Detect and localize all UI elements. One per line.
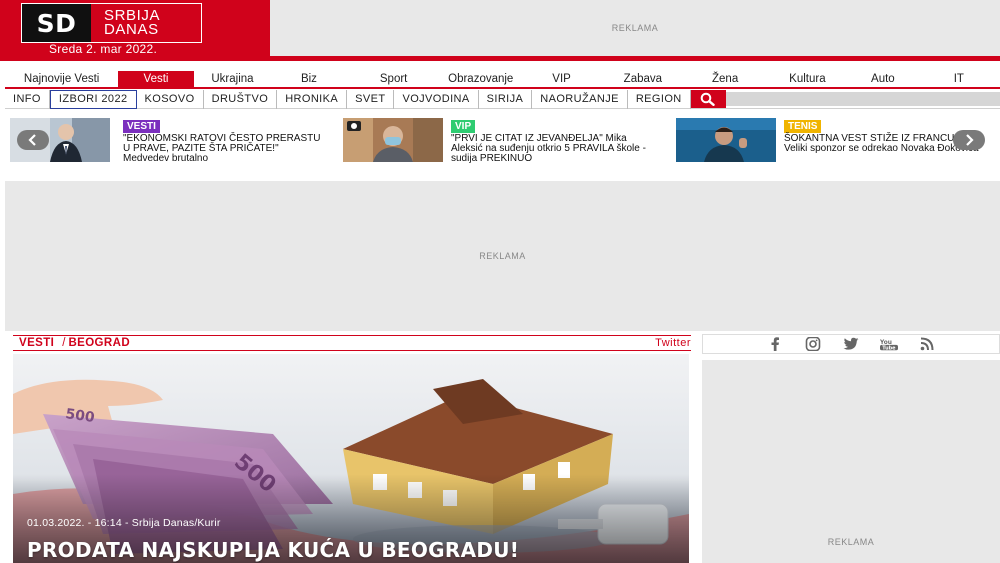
rss-icon[interactable] (918, 336, 936, 352)
subnav-item-naoruzanje[interactable]: NAORUŽANJE (532, 89, 628, 109)
subnav-item-info[interactable]: INFO (5, 89, 50, 109)
carousel-card[interactable]: VIP "PRVI JE CITAT IZ JEVANĐELJA" Mika A… (343, 116, 666, 164)
carousel-prev-button[interactable] (17, 130, 49, 150)
top-ad-banner[interactable]: REKLAMA (270, 0, 1000, 56)
sidebar-ad[interactable]: REKLAMA (702, 360, 1000, 563)
logo-initials: SD (22, 4, 91, 42)
primary-nav: Najnovije Vesti Vesti Ukrajina Biz Sport… (5, 71, 1000, 89)
nav-item-obrazovanje[interactable]: Obrazovanje (441, 71, 521, 87)
youtube-icon[interactable]: You Tube (880, 336, 898, 352)
twitter-icon[interactable] (842, 336, 860, 352)
breadcrumb: VESTI / BEOGRAD Twitter (13, 335, 691, 351)
carousel-card[interactable]: VESTI "EKONOMSKI RATOVI ČESTO PRERASTU U… (10, 116, 333, 164)
chevron-left-icon (28, 134, 36, 146)
site-logo[interactable]: SD SRBIJA DANAS (21, 3, 202, 43)
carousel-card[interactable]: TENIS ŠOKANTNA VEST STIŽE IZ FRANCUSKE: … (676, 116, 996, 164)
current-date: Sreda 2. mar 2022. (49, 42, 158, 56)
nav-item-sport[interactable]: Sport (347, 71, 441, 87)
svg-text:Tube: Tube (882, 345, 896, 351)
logo-word-2: DANAS (104, 21, 159, 38)
header-divider (0, 56, 1000, 61)
subnav-item-izbori-2022[interactable]: IZBORI 2022 (49, 89, 137, 109)
nav-item-it[interactable]: IT (918, 71, 1000, 87)
leaderboard-ad[interactable]: REKLAMA (5, 181, 1000, 331)
search-button[interactable] (690, 90, 726, 108)
site-header: SD SRBIJA DANAS Sreda 2. mar 2022. REKLA… (0, 0, 1000, 62)
social-links: You Tube (702, 334, 1000, 354)
facebook-icon[interactable] (766, 336, 784, 352)
breadcrumb-beograd[interactable]: BEOGRAD (68, 337, 130, 349)
nav-item-vesti[interactable]: Vesti (118, 71, 194, 87)
breadcrumb-vesti[interactable]: VESTI (19, 337, 54, 349)
article-headline[interactable]: PRODATA NAJSKUPLJA KUĆA U BEOGRADU! (27, 538, 519, 562)
subnav-item-hronika[interactable]: HRONIKA (277, 89, 348, 109)
hero-image: 500 500 (13, 354, 689, 563)
nav-item-zena[interactable]: Žena (684, 71, 767, 87)
category-tag: VESTI (123, 120, 160, 133)
carousel-headline[interactable]: "PRVI JE CITAT IZ JEVANĐELJA" Mika Aleks… (451, 134, 651, 164)
nav-item-auto[interactable]: Auto (848, 71, 918, 87)
nav-item-kultura[interactable]: Kultura (767, 71, 848, 87)
nav-item-najnovije-vesti[interactable]: Najnovije Vesti (5, 71, 118, 87)
search-icon (700, 92, 715, 106)
sidebar-ad-label: REKLAMA (827, 537, 875, 547)
breadcrumb-separator: / (62, 337, 66, 349)
article-meta: 01.03.2022. - 16:14 - Srbija Danas/Kurir (27, 517, 221, 529)
brand-block: SD SRBIJA DANAS Sreda 2. mar 2022. (0, 0, 270, 58)
carousel-headline[interactable]: "EKONOMSKI RATOVI ČESTO PRERASTU U PRAVE… (123, 134, 323, 164)
nav-item-biz[interactable]: Biz (271, 71, 347, 87)
chevron-right-icon (966, 134, 974, 146)
nav-item-ukrajina[interactable]: Ukrajina (194, 71, 271, 87)
subnav-item-drustvo[interactable]: DRUŠTVO (204, 89, 278, 109)
subnav-item-vojvodina[interactable]: VOJVODINA (394, 89, 479, 109)
instagram-icon[interactable] (804, 336, 822, 352)
twitter-link[interactable]: Twitter (655, 337, 691, 349)
logo-wordmark: SRBIJA DANAS (91, 8, 160, 38)
subnav-item-svet[interactable]: SVET (347, 89, 395, 109)
subnav-item-region[interactable]: REGION (628, 89, 691, 109)
secondary-nav: INFO IZBORI 2022 KOSOVO DRUŠTVO HRONIKA … (5, 89, 1000, 109)
subnav-item-kosovo[interactable]: KOSOVO (137, 89, 204, 109)
category-tag: VIP (451, 120, 476, 133)
subnav-item-sirija[interactable]: SIRIJA (479, 89, 533, 109)
carousel-thumbnail (676, 118, 776, 162)
search-input[interactable] (725, 92, 1000, 106)
nav-item-zabava[interactable]: Zabava (602, 71, 683, 87)
carousel-next-button[interactable] (953, 130, 985, 150)
category-tag: TENIS (784, 120, 822, 133)
news-carousel: VESTI "EKONOMSKI RATOVI ČESTO PRERASTU U… (5, 116, 1000, 164)
nav-item-vip[interactable]: VIP (521, 71, 602, 87)
carousel-thumbnail (343, 118, 443, 162)
hero-article[interactable]: 500 500 01.03.2022. - 16:14 - Srbija Dan… (13, 354, 689, 563)
